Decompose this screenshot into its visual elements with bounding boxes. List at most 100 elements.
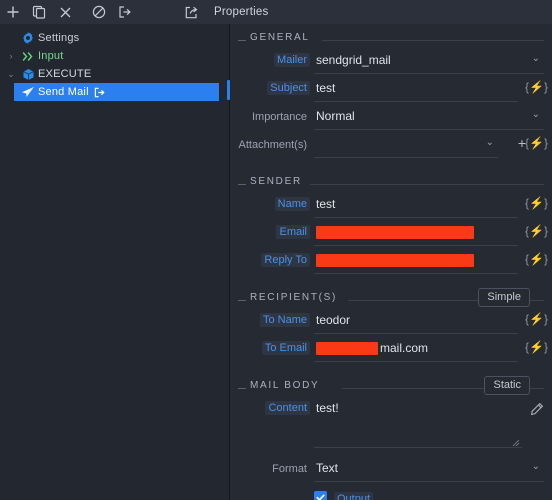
output-checkbox[interactable] — [314, 491, 327, 500]
sender-name-input[interactable]: test — [314, 194, 518, 218]
section-dash — [238, 184, 246, 185]
field-underline — [314, 273, 518, 274]
chevron-down-icon[interactable]: ⌄ — [532, 54, 540, 64]
field-format: Format Text ⌄ — [230, 458, 552, 484]
field-underline — [314, 481, 544, 482]
section-header-mail-body: MAIL BODY Static — [230, 376, 552, 396]
resize-grip-icon[interactable] — [512, 438, 520, 447]
field-content: Content test! — [230, 398, 552, 454]
field-label: Content — [265, 401, 310, 415]
field-label: Name — [274, 197, 310, 211]
tree-item-label: Settings — [38, 32, 80, 44]
chevron-down-icon[interactable]: ⌄ — [486, 138, 494, 148]
importance-select[interactable]: Normal ⌄ — [314, 106, 544, 130]
subject-input[interactable]: test — [314, 78, 518, 102]
field-value: mail.com — [380, 341, 429, 355]
field-label: Reply To — [261, 253, 310, 267]
sender-email-input[interactable] — [314, 222, 518, 246]
section-rule — [322, 40, 544, 41]
package-icon — [18, 65, 38, 83]
field-subject: Subject test {⚡} — [230, 78, 552, 104]
field-value: Text — [316, 461, 339, 475]
expression-icon[interactable]: {⚡} — [525, 252, 548, 266]
duplicate-icon[interactable] — [26, 0, 52, 24]
node-tree: › Settings › Input ⌄ — [0, 24, 229, 500]
content-textarea[interactable]: test! — [314, 398, 544, 452]
add-icon[interactable] — [0, 0, 26, 24]
field-label: Email — [276, 225, 310, 239]
section-title: MAIL BODY — [250, 380, 320, 391]
format-select[interactable]: Text ⌄ — [314, 458, 544, 482]
toolbar: Properties — [0, 0, 552, 25]
section-title: SENDER — [250, 176, 302, 187]
field-value: Normal — [316, 109, 355, 123]
section-dash — [238, 300, 246, 301]
field-to-name: To Name teodor {⚡} — [230, 310, 552, 336]
field-value: test — [316, 81, 336, 95]
field-underline — [314, 333, 518, 334]
mail-body-mode-badge[interactable]: Static — [484, 376, 530, 395]
pencil-icon[interactable] — [529, 402, 544, 420]
field-mailer: Mailer sendgrid_mail ⌄ — [230, 50, 552, 76]
close-icon[interactable] — [52, 0, 78, 24]
disable-icon[interactable] — [86, 0, 112, 24]
expression-icon[interactable]: {⚡} — [525, 136, 548, 150]
app-window: Properties › Settings › Input ⌄ — [0, 0, 552, 500]
export-icon[interactable] — [112, 0, 138, 24]
redacted-value — [316, 226, 474, 239]
recipient-mode-badge[interactable]: Simple — [478, 288, 530, 307]
panel-title: Properties — [214, 6, 269, 18]
to-email-input[interactable]: mail.com — [314, 338, 518, 362]
chevron-right-icon[interactable]: › — [4, 47, 18, 65]
share-icon[interactable] — [178, 0, 204, 24]
expression-icon[interactable]: {⚡} — [525, 340, 548, 354]
toolbar-separator-2 — [138, 0, 146, 24]
section-header-sender: SENDER — [230, 176, 552, 192]
field-sender-email: Email {⚡} — [230, 222, 552, 248]
field-label: Attachment(s) — [238, 139, 307, 151]
field-reply-to: Reply To {⚡} — [230, 250, 552, 276]
mailer-select[interactable]: sendgrid_mail ⌄ — [314, 50, 544, 74]
redacted-value — [316, 342, 378, 355]
section-header-general: GENERAL — [230, 32, 552, 48]
field-sender-name: Name test {⚡} — [230, 194, 552, 220]
expression-icon[interactable]: {⚡} — [525, 196, 548, 210]
expression-icon[interactable]: {⚡} — [525, 224, 548, 238]
field-label: Importance — [251, 111, 307, 123]
expression-icon[interactable]: {⚡} — [525, 312, 548, 326]
tree-item-input[interactable]: › Input — [0, 47, 229, 65]
tree-item-settings[interactable]: › Settings — [0, 29, 229, 47]
field-label: Format — [272, 463, 307, 475]
field-label: Mailer — [274, 53, 310, 67]
reply-to-input[interactable] — [314, 250, 518, 274]
field-value: test — [316, 197, 336, 211]
field-output: Output — [230, 490, 552, 500]
output-label: Output — [334, 492, 374, 500]
toolbar-separator-3 — [146, 0, 154, 24]
expression-icon[interactable]: {⚡} — [525, 80, 548, 94]
field-underline — [314, 101, 518, 102]
export-glyph-icon — [94, 87, 105, 98]
field-value: teodor — [316, 313, 351, 327]
toolbar-separator — [78, 0, 86, 24]
gear-icon — [18, 29, 38, 47]
field-underline — [314, 217, 518, 218]
field-label: To Email — [261, 341, 310, 355]
attachments-select[interactable]: ⌄ — [314, 134, 498, 158]
tree-item-execute[interactable]: ⌄ EXECUTE — [0, 65, 229, 83]
section-dash — [238, 40, 246, 41]
toolbar-separator-6 — [170, 0, 178, 24]
chevron-down-icon[interactable]: ⌄ — [532, 462, 540, 472]
chevron-down-icon[interactable]: ⌄ — [532, 110, 540, 120]
tree-item-send-mail[interactable]: Send Mail — [14, 83, 219, 101]
section-header-recipients: RECIPIENT(S) Simple — [230, 288, 552, 308]
field-value: sendgrid_mail — [316, 53, 391, 67]
to-name-input[interactable]: teodor — [314, 310, 518, 334]
toolbar-separator-4 — [154, 0, 162, 24]
section-dash — [238, 388, 246, 389]
section-title: GENERAL — [250, 32, 310, 43]
chevron-down-icon[interactable]: ⌄ — [4, 65, 18, 83]
field-underline — [314, 245, 518, 246]
paper-plane-icon — [18, 83, 38, 101]
tree-item-label: EXECUTE — [38, 68, 92, 80]
